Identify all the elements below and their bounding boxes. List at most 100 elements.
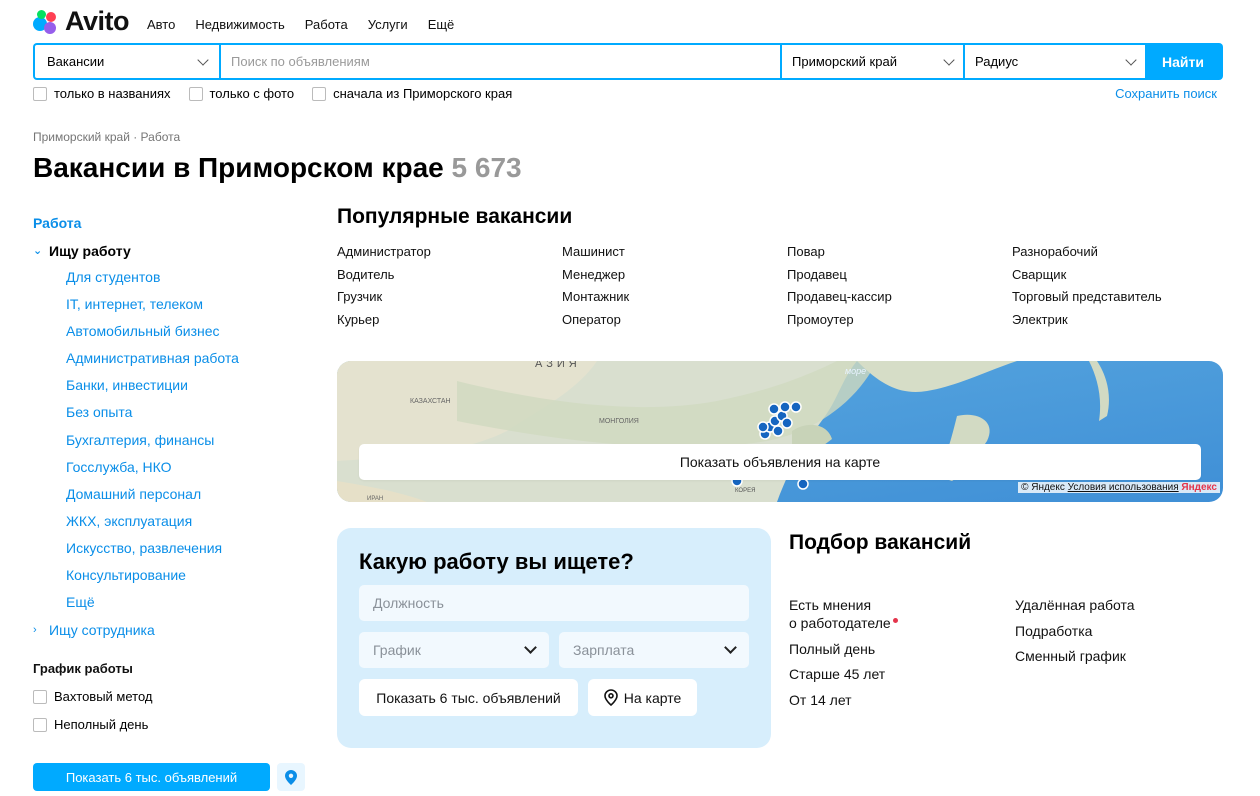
sidebar-item[interactable]: ЖКХ, эксплуатация [66,508,303,535]
sidebar-item[interactable]: Домашний персонал [66,481,303,508]
filter-titles-only[interactable]: только в названиях [33,86,171,101]
on-map-button[interactable]: На карте [588,679,697,716]
show-results-button[interactable]: Показать 6 тыс. объявлений [359,679,578,716]
schedule-option-shift[interactable]: Вахтовый метод [33,689,303,704]
sidebar-item[interactable]: Без опыта [66,399,303,426]
position-placeholder: Должность [373,595,444,611]
nav-services[interactable]: Услуги [368,17,408,32]
popular-link[interactable]: Монтажник [562,288,787,306]
popular-link[interactable]: Менеджер [562,266,787,284]
salary-select[interactable]: Зарплата [559,632,749,668]
nav-jobs[interactable]: Работа [305,17,348,32]
sidebar-item[interactable]: IT, интернет, телеком [66,291,303,318]
chevron-down-icon [724,641,737,654]
sidebar-map-button[interactable] [277,763,305,791]
avito-logo[interactable]: Avito [33,6,130,37]
picker-link[interactable]: Удалённая работа [1015,596,1135,622]
sidebar-collapsed-group[interactable]: › Ищу сотрудника [33,616,303,643]
picker-link[interactable]: Сменный график [1015,647,1135,673]
checkbox[interactable] [188,86,203,101]
filter-with-photo[interactable]: только с фото [188,86,294,101]
save-search-link[interactable]: Сохранить поиск [1115,86,1217,101]
popular-link[interactable]: Продавец [787,266,1012,284]
sidebar-items: Для студентов IT, интернет, телеком Авто… [33,264,303,616]
checkbox[interactable] [312,86,327,101]
category-value: Вакансии [47,54,105,69]
on-map-label: На карте [623,689,682,706]
sidebar-item[interactable]: Банки, инвестиции [66,372,303,399]
popular-link[interactable]: Оператор [562,311,787,329]
radius-select[interactable]: Радиус [965,45,1145,78]
filter-label: только в названиях [54,86,171,101]
popular-grid: Администратор Машинист Повар Разнорабочи… [337,243,1237,329]
category-select[interactable]: Вакансии [35,45,219,78]
sidebar-item[interactable]: Искусство, развлечения [66,535,303,562]
terms-link[interactable]: Условия использования [1068,482,1179,493]
filter-label: сначала из Приморского края [333,86,513,101]
schedule-placeholder: График [373,642,421,658]
yandex-logo[interactable]: Яндекс [1181,482,1217,493]
map-label-asia: АЗИЯ [535,361,581,370]
nav-auto[interactable]: Авто [147,17,175,32]
popular-link[interactable]: Водитель [337,266,562,284]
popular-link[interactable]: Машинист [562,243,787,261]
sidebar-fade [33,735,303,755]
chevron-down-icon [943,53,955,66]
sidebar-item[interactable]: Для студентов [66,264,303,291]
breadcrumb[interactable]: Приморский край · Работа [33,130,180,144]
avito-logo-dots [33,9,63,35]
chevron-down-icon [1125,53,1137,66]
popular-link[interactable]: Администратор [337,243,562,261]
popular-link[interactable]: Грузчик [337,288,562,306]
region-select[interactable]: Приморский край [782,45,963,78]
popular-link[interactable]: Курьер [337,311,562,329]
sidebar-item-more[interactable]: Ещё [66,589,303,616]
picker-link[interactable]: Старше 45 лет [789,665,898,691]
position-input[interactable]: Должность [359,585,749,621]
checkbox[interactable] [33,86,47,101]
schedule-heading: График работы [33,661,133,677]
sidebar-item[interactable]: Автомобильный бизнес [66,318,303,345]
picker-link-reviews[interactable]: Есть мнения [789,596,898,614]
checkbox[interactable] [33,717,47,732]
picker-link-label: о работодателе [789,615,891,631]
option-label: Неполный день [54,717,149,733]
sidebar-heading[interactable]: Работа [33,215,303,237]
sidebar-item[interactable]: Бухгалтерия, финансы [66,427,303,454]
popular-link[interactable]: Продавец-кассир [787,288,1012,306]
map-copyright: © Яндекс Условия использования Яндекс [1018,482,1220,493]
sidebar-expanded-group[interactable]: ⌄ Ищу работу [33,237,303,264]
popular-link[interactable]: Сварщик [1012,266,1237,284]
chevron-down-icon [524,641,537,654]
copyright-text: © Яндекс [1021,482,1065,493]
option-label: Вахтовый метод [54,689,153,705]
schedule-option-parttime[interactable]: Неполный день [33,717,303,732]
popular-link[interactable]: Разнорабочий [1012,243,1237,261]
schedule-select[interactable]: График [359,632,549,668]
picker-link-label: Есть мнения [789,597,872,613]
sidebar-show-button[interactable]: Показать 6 тыс. объявлений [33,763,270,791]
picker-link-reviews-line2[interactable]: о работодателе [789,614,898,640]
picker-link[interactable]: Подработка [1015,622,1135,648]
picker-link[interactable]: Полный день [789,640,898,666]
new-badge-dot [892,618,898,623]
show-on-map-button[interactable]: Показать объявления на карте [359,444,1201,480]
popular-link[interactable]: Промоутер [787,311,1012,329]
popular-link[interactable]: Повар [787,243,1012,261]
sidebar-item[interactable]: Административная работа [66,345,303,372]
search-button[interactable]: Найти [1145,45,1221,78]
search-input[interactable]: Поиск по объявлениям [221,45,780,78]
filter-region-first[interactable]: сначала из Приморского края [312,86,512,101]
popular-link[interactable]: Торговый представитель [1012,288,1237,306]
popular-link[interactable]: Электрик [1012,311,1237,329]
sidebar-item[interactable]: Госслужба, НКО [66,454,303,481]
checkbox[interactable] [33,689,47,704]
picker-title: Подбор вакансий [789,531,972,554]
picker-column-2: Удалённая работа Подработка Сменный граф… [1015,596,1135,673]
page-title: Вакансии в Приморском крае 5 673 [33,152,522,184]
nav-realty[interactable]: Недвижимость [195,17,284,32]
map-preview[interactable]: АЗИЯ КАЗАХСТАН МОНГОЛИЯ море КОРЕЯ ИРАН … [337,361,1223,502]
picker-link[interactable]: От 14 лет [789,691,898,717]
nav-more[interactable]: Ещё [428,17,455,32]
sidebar-item[interactable]: Консультирование [66,562,303,589]
